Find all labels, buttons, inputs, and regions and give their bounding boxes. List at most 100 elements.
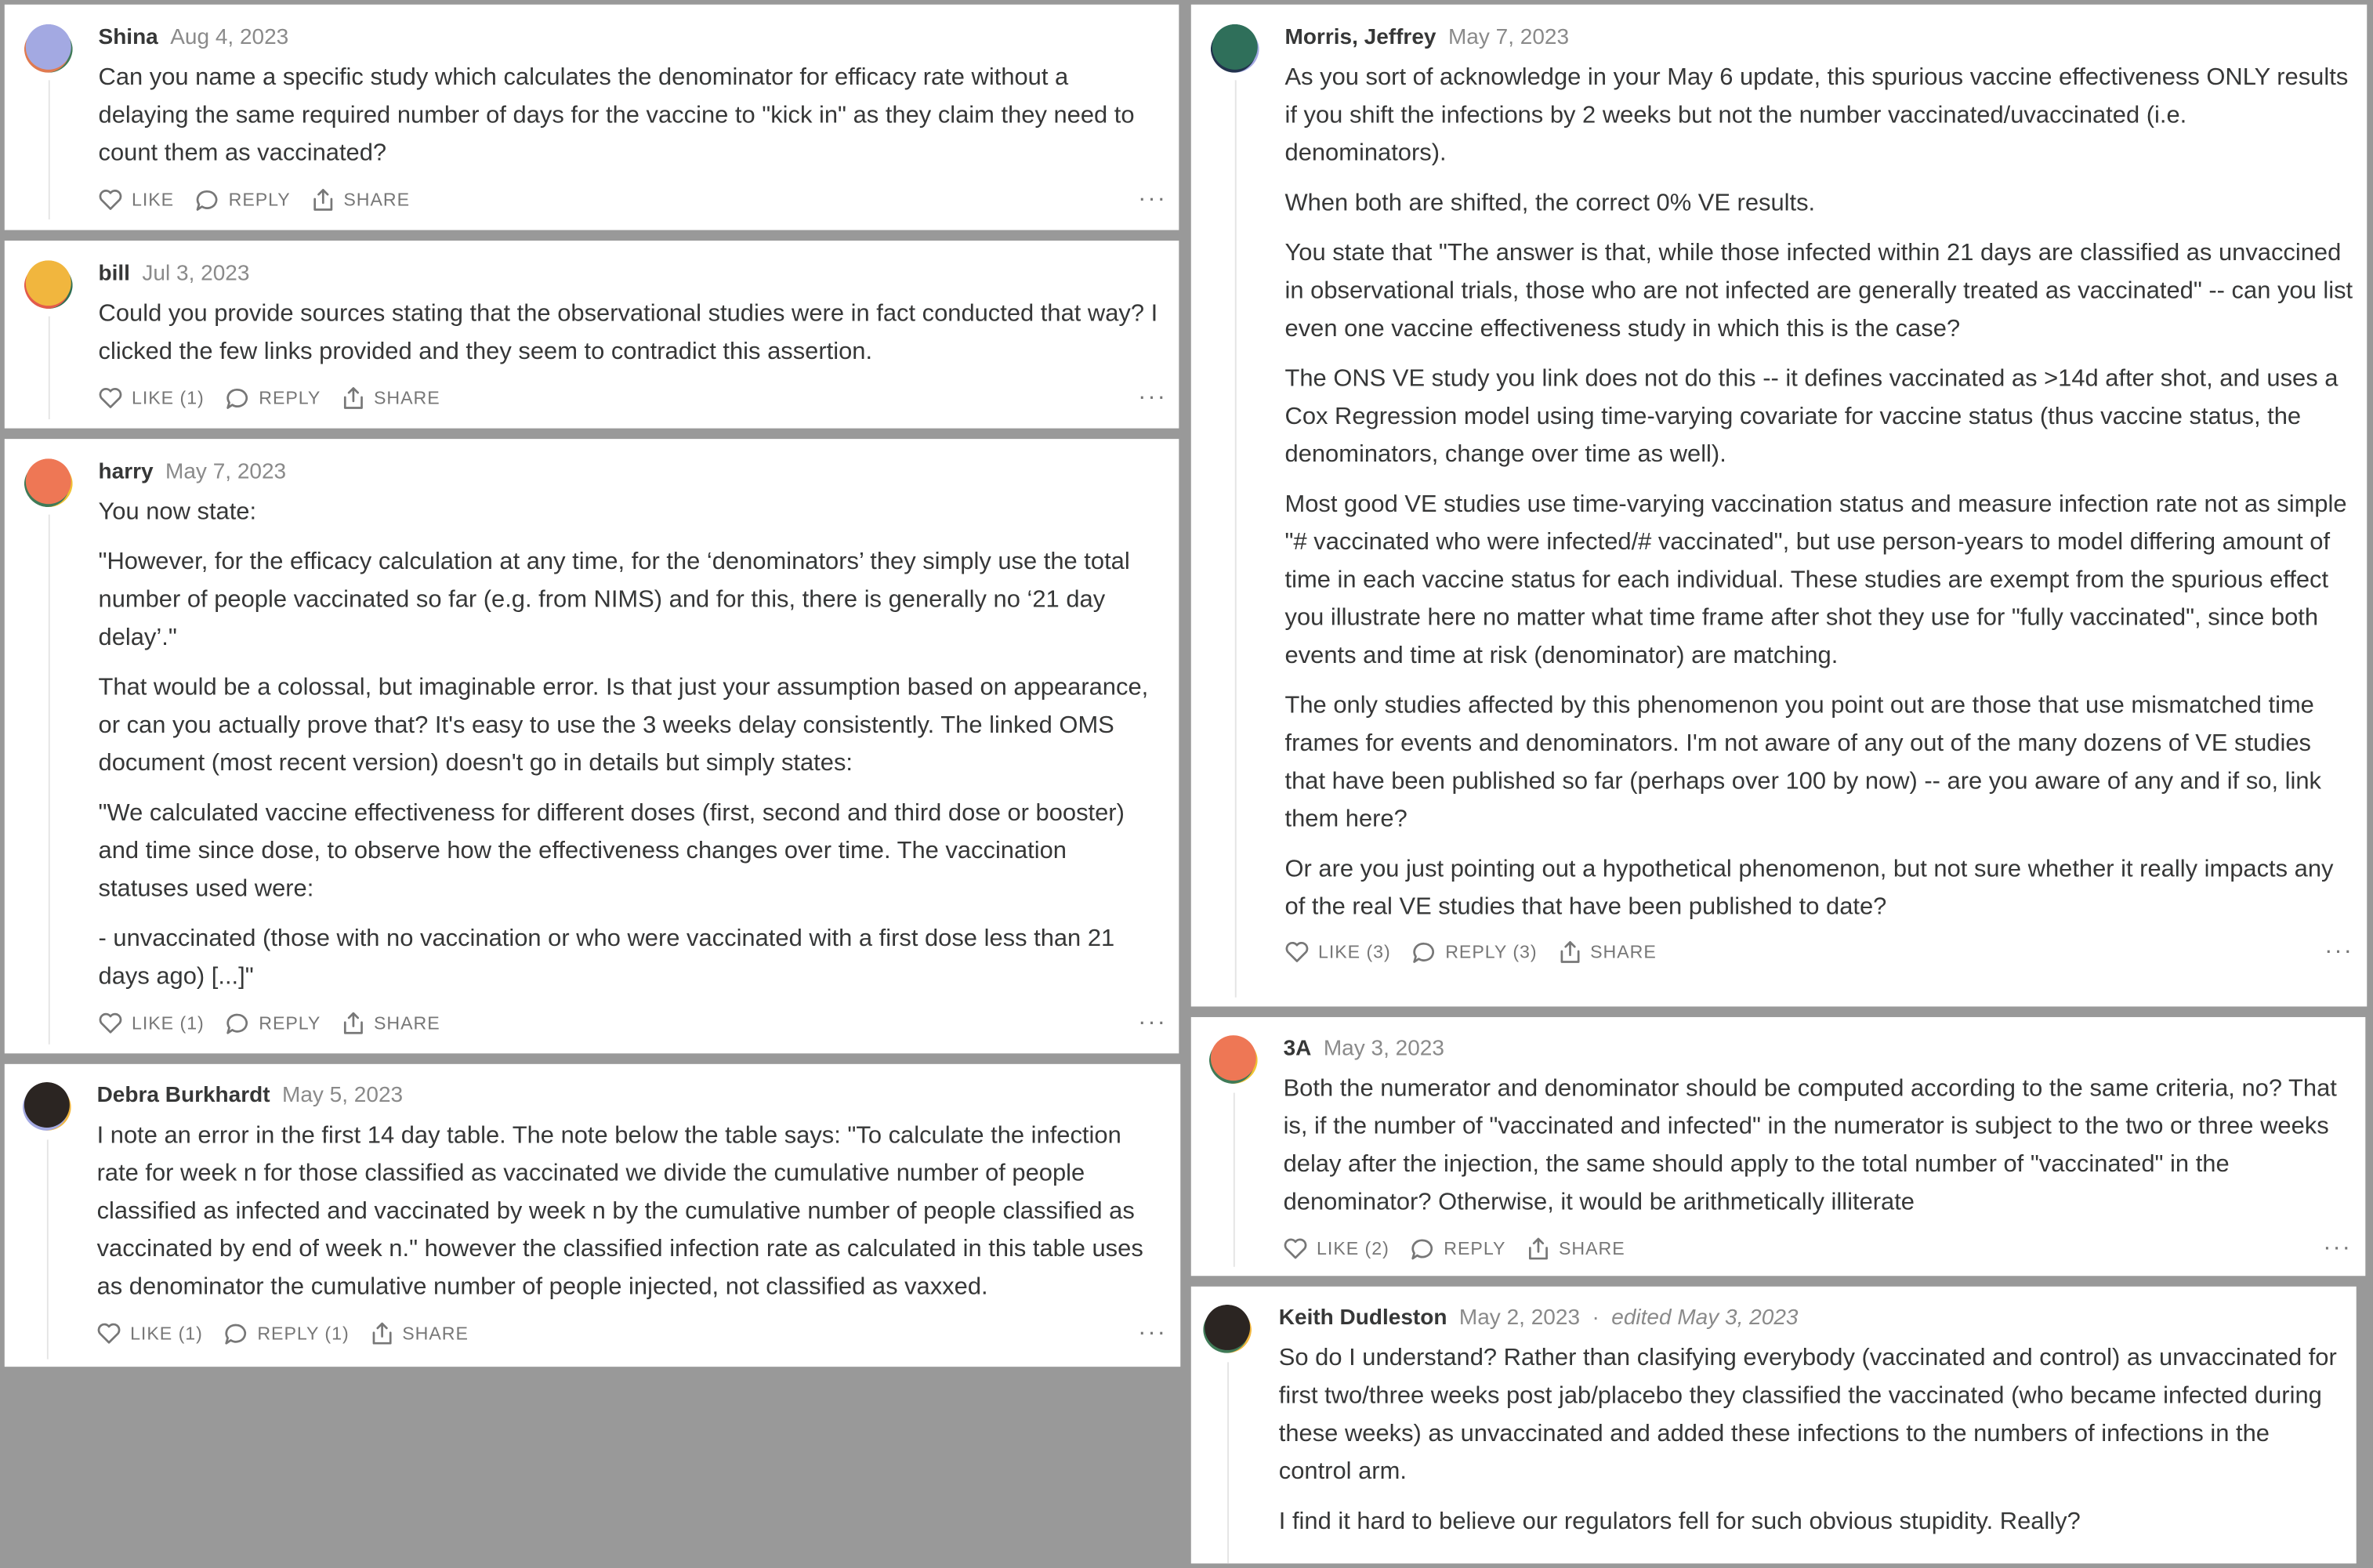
- comment-card-3a: 3A May 3, 2023 Both the numerator and den…: [1190, 1016, 2366, 1276]
- comment-paragraph: So do I understand? Rather than clasifyi…: [1278, 1345, 2337, 1485]
- share-button[interactable]: SHARE: [342, 386, 440, 411]
- share-button[interactable]: SHARE: [342, 1011, 440, 1035]
- comment-author[interactable]: bill: [99, 262, 130, 286]
- comment-actions: LIKE (2) REPLY SHARE: [1284, 1233, 1647, 1264]
- comment-paragraph: That would be a colossal, but imaginable…: [98, 675, 1149, 777]
- comment-body: I note an error in the first 14 day tabl…: [97, 1117, 1157, 1318]
- share-label: SHARE: [373, 1012, 440, 1034]
- heart-icon: [1285, 941, 1309, 962]
- comment-body: Both the numerator and denominator shoul…: [1284, 1070, 2352, 1234]
- comment-body: Could you provide sources stating that t…: [99, 295, 1170, 383]
- share-icon: [343, 1012, 363, 1034]
- comment-date[interactable]: May 7, 2023: [165, 460, 286, 484]
- like-button[interactable]: LIKE (1): [99, 1012, 205, 1034]
- like-label: LIKE (1): [132, 1012, 205, 1034]
- ellipsis-icon[interactable]: ···: [1138, 386, 1167, 410]
- comment-author[interactable]: harry: [99, 460, 154, 484]
- speech-bubble-icon: [225, 1323, 247, 1344]
- reply-label: REPLY: [259, 387, 321, 409]
- comment-body: Can you name a specific study which calc…: [99, 59, 1158, 184]
- reply-button[interactable]: REPLY: [226, 1012, 321, 1034]
- comment-paragraph: The only studies affected by this phenom…: [1284, 693, 2322, 833]
- reply-label: REPLY: [1444, 1237, 1506, 1260]
- comment-paragraph: "However, for the efficacy calculation a…: [98, 549, 1130, 651]
- comment-meta: Shina Aug 4, 2023: [99, 23, 289, 53]
- comment-author[interactable]: Shina: [99, 26, 158, 50]
- ellipsis-icon[interactable]: ···: [1138, 1010, 1167, 1034]
- ellipsis-icon[interactable]: ···: [1138, 187, 1167, 212]
- comment-paragraph: I find it hard to believe our regulators…: [1278, 1508, 2081, 1535]
- avatar[interactable]: [1203, 1304, 1252, 1353]
- ellipsis-icon[interactable]: ···: [2323, 1236, 2352, 1260]
- share-label: SHARE: [1559, 1237, 1625, 1260]
- comment-paragraph: - unvaccinated (those with no vaccinatio…: [98, 926, 1115, 990]
- comment-actions: LIKE (1) REPLY SHARE: [99, 383, 462, 414]
- avatar[interactable]: [24, 260, 73, 310]
- avatar[interactable]: [1210, 24, 1259, 73]
- like-button[interactable]: LIKE (3): [1285, 941, 1391, 962]
- share-icon: [372, 1322, 392, 1345]
- reply-button[interactable]: REPLY: [1411, 1237, 1506, 1260]
- comment-date[interactable]: May 2, 2023: [1459, 1306, 1580, 1331]
- comment-card-bill: bill Jul 3, 2023 Could you provide source…: [4, 241, 1179, 429]
- reply-button[interactable]: REPLY: [195, 188, 291, 211]
- comment-actions: LIKE (1) REPLY SHARE: [99, 1008, 462, 1038]
- meta-separator: ·: [1592, 1305, 1600, 1331]
- like-button[interactable]: LIKE (1): [97, 1323, 203, 1344]
- comment-body: As you sort of acknowledge in your May 6…: [1285, 59, 2353, 938]
- comment-author[interactable]: Keith Dudleston: [1279, 1306, 1447, 1331]
- comment-paragraph: Most good VE studies use time-varying va…: [1284, 491, 2347, 669]
- comment-date[interactable]: Jul 3, 2023: [142, 262, 249, 286]
- comment-body: So do I understand? Rather than clasifyi…: [1279, 1339, 2344, 1552]
- like-button[interactable]: LIKE (1): [99, 387, 205, 409]
- comment-meta: harry May 7, 2023: [99, 457, 287, 487]
- reply-button[interactable]: REPLY (1): [224, 1322, 350, 1345]
- comment-card-harry: harry May 7, 2023 You now state: "However…: [4, 439, 1179, 1054]
- avatar[interactable]: [22, 1082, 71, 1131]
- reply-button[interactable]: REPLY (3): [1412, 940, 1538, 963]
- comment-meta: 3A May 3, 2023: [1284, 1034, 1444, 1064]
- comment-meta: Morris, Jeffrey May 7, 2023: [1285, 23, 1570, 53]
- comment-date[interactable]: Aug 4, 2023: [170, 26, 288, 50]
- comment-author[interactable]: Debra Burkhardt: [97, 1084, 270, 1108]
- speech-bubble-icon: [226, 1012, 248, 1034]
- comment-card-keith: Keith Dudleston May 2, 2023 · edited May 3,…: [1190, 1286, 2357, 1564]
- thread-line: [1227, 1362, 1230, 1564]
- thread-line: [48, 80, 50, 220]
- comment-date[interactable]: May 5, 2023: [282, 1084, 403, 1108]
- avatar[interactable]: [1208, 1035, 1258, 1084]
- heart-icon: [99, 190, 122, 210]
- comment-paragraph: As you sort of acknowledge in your May 6…: [1284, 65, 2349, 167]
- like-button[interactable]: LIKE (2): [1284, 1238, 1389, 1259]
- avatar[interactable]: [24, 458, 73, 508]
- speech-bubble-icon: [1413, 941, 1435, 962]
- comment-paragraph: I note an error in the first 14 day tabl…: [96, 1123, 1143, 1301]
- comment-date[interactable]: May 7, 2023: [1448, 26, 1569, 50]
- comment-card-morris: Morris, Jeffrey May 7, 2023 As you sort o…: [1190, 4, 2368, 1007]
- comment-actions: LIKE REPLY SHARE: [99, 185, 432, 215]
- comment-date[interactable]: May 3, 2023: [1324, 1037, 1444, 1061]
- avatar[interactable]: [24, 24, 73, 73]
- like-label: LIKE (2): [1317, 1237, 1389, 1260]
- comment-author[interactable]: 3A: [1284, 1037, 1312, 1061]
- comment-meta: bill Jul 3, 2023: [99, 259, 250, 289]
- reply-label: REPLY (3): [1445, 941, 1538, 963]
- edited-note: edited May 3, 2023: [1611, 1305, 1799, 1331]
- comment-paragraph: The ONS VE study you link does not do th…: [1284, 366, 2339, 468]
- comment-paragraph: "We calculated vaccine effectiveness for…: [98, 800, 1125, 903]
- heart-icon: [97, 1323, 121, 1344]
- share-icon: [343, 387, 363, 409]
- reply-button[interactable]: REPLY: [226, 386, 321, 409]
- ellipsis-icon[interactable]: ···: [1138, 1320, 1167, 1345]
- comment-card-shina: Shina Aug 4, 2023 Can you name a specific…: [4, 4, 1179, 230]
- share-button[interactable]: SHARE: [1559, 940, 1657, 964]
- comment-author[interactable]: Morris, Jeffrey: [1285, 26, 1436, 50]
- screenshot-collage: Shina Aug 4, 2023 Can you name a specific…: [0, 0, 2373, 1568]
- share-label: SHARE: [373, 387, 440, 409]
- ellipsis-icon[interactable]: ···: [2324, 939, 2353, 963]
- share-icon: [1528, 1237, 1548, 1260]
- share-button[interactable]: SHARE: [1527, 1237, 1625, 1261]
- share-button[interactable]: SHARE: [312, 188, 410, 212]
- share-button[interactable]: SHARE: [371, 1321, 469, 1345]
- like-button[interactable]: LIKE: [99, 189, 175, 210]
